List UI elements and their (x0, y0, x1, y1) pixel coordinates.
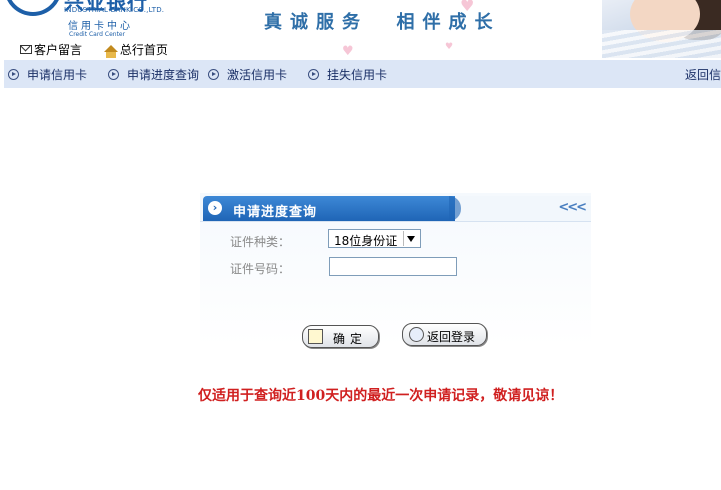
page-header: 兴业银行 INDUSTRIAL BANK CO.,LTD. 信用卡中心 Cred… (0, 0, 721, 60)
back-arrow-icon (409, 327, 424, 342)
circle-arrow-icon (308, 69, 319, 80)
progress-query-panel: › 申请进度查询 <<< 证件种类： 18位身份证 证件号码： 确定 返回登录 (200, 193, 591, 373)
confirm-button-label: 确定 (333, 332, 368, 346)
back-to-login-button[interactable]: 返回登录 (402, 323, 487, 346)
panel-title: 申请进度查询 (233, 205, 318, 220)
header-child-photo (602, 0, 721, 58)
dropdown-arrow-icon[interactable] (403, 231, 419, 246)
confirm-button[interactable]: 确定 (302, 325, 379, 348)
customer-message-link[interactable]: 客户留言 (20, 43, 82, 57)
heart-decoration-icon: ♥ (460, 0, 475, 15)
id-type-selected-value: 18位身份证 (334, 234, 398, 248)
bank-logo-icon (4, 0, 62, 16)
heart-decoration-icon: ♥ (342, 44, 354, 59)
collapse-arrows-icon[interactable]: <<< (558, 200, 587, 215)
id-type-label: 证件种类： (230, 235, 291, 249)
panel-title-tab: › 申请进度查询 (203, 196, 461, 221)
house-icon (103, 45, 118, 58)
id-type-select[interactable]: 18位身份证 (328, 229, 421, 248)
nav-apply-card[interactable]: 申请信用卡 (8, 66, 87, 83)
confirm-check-icon (308, 329, 323, 344)
card-center-name: 信用卡中心 (68, 21, 133, 32)
mail-icon (20, 45, 32, 54)
main-nav: 申请信用卡 申请进度查询 激活信用卡 挂失信用卡 返回信 (4, 60, 721, 88)
heart-decoration-icon: ♥ (445, 42, 454, 52)
circle-arrow-icon (8, 69, 19, 80)
back-to-login-label: 返回登录 (427, 330, 476, 344)
card-center-english: Credit Card Center (69, 31, 126, 38)
nav-report-lost-card[interactable]: 挂失信用卡 (308, 66, 387, 83)
bank-logo-english: INDUSTRIAL BANK CO.,LTD. (64, 6, 165, 14)
id-number-input[interactable] (329, 257, 457, 276)
homepage-link[interactable]: 总行首页 (103, 43, 168, 58)
nav-activate-card[interactable]: 激活信用卡 (208, 66, 287, 83)
circle-arrow-icon (108, 69, 119, 80)
id-number-label: 证件号码： (230, 262, 291, 276)
chevron-right-icon: › (208, 201, 222, 215)
nav-application-progress[interactable]: 申请进度查询 (108, 66, 199, 83)
top-links: 客户留言 总行首页 (20, 41, 186, 58)
query-notice: 仅适用于查询近100天内的最近一次申请记录，敬请见谅！ (198, 388, 564, 404)
nav-back-link[interactable]: 返回信 (685, 66, 721, 83)
circle-arrow-icon (208, 69, 219, 80)
panel-header: › 申请进度查询 <<< (200, 196, 591, 222)
